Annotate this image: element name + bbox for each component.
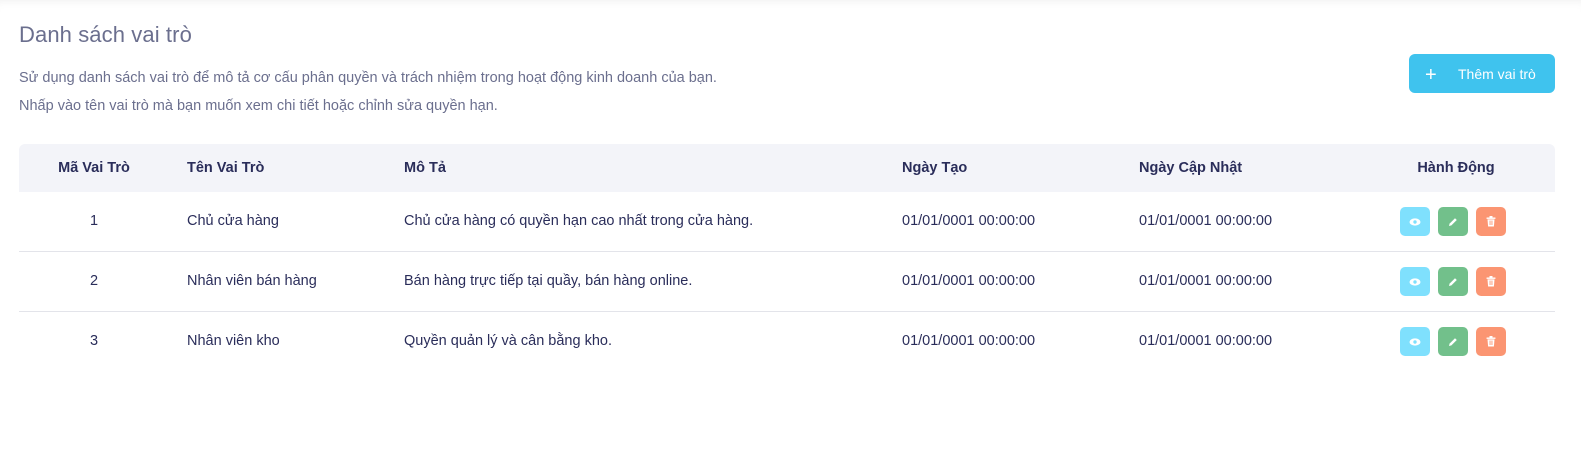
page-title: Danh sách vai trò — [19, 22, 192, 47]
pencil-icon — [1449, 337, 1457, 346]
add-role-button-label: Thêm vai trò — [1458, 65, 1536, 82]
column-header-actions: Hành Động — [1417, 160, 1495, 176]
delete-button[interactable] — [1476, 267, 1506, 296]
role-list-page: Danh sách vai trò Sử dụng danh sách vai … — [0, 0, 1581, 452]
trash-icon — [1486, 276, 1496, 287]
cell-created-date: 01/01/0001 00:00:00 — [902, 333, 1036, 349]
edit-button[interactable] — [1438, 327, 1468, 356]
cell-role-id: 1 — [89, 213, 99, 229]
delete-button[interactable] — [1476, 207, 1506, 236]
table-row: 1 Chủ cửa hàng Chủ cửa hàng có quyền hạn… — [19, 192, 1555, 252]
trash-icon — [1486, 216, 1496, 227]
cell-created-date: 01/01/0001 00:00:00 — [902, 213, 1036, 229]
trash-icon — [1486, 336, 1496, 347]
row-actions — [1400, 267, 1506, 296]
view-button[interactable] — [1400, 207, 1430, 236]
edit-button[interactable] — [1438, 267, 1468, 296]
table-row: 2 Nhân viên bán hàng Bán hàng trực tiếp … — [19, 252, 1555, 312]
delete-button[interactable] — [1476, 327, 1506, 356]
cell-role-description: Chủ cửa hàng có quyền hạn cao nhất trong… — [404, 213, 754, 229]
pencil-icon — [1449, 217, 1457, 226]
table-row: 3 Nhân viên kho Quyền quản lý và cân bằn… — [19, 312, 1555, 371]
row-actions — [1400, 207, 1506, 236]
column-header-description: Mô Tả — [404, 160, 446, 176]
eye-icon — [1409, 337, 1421, 346]
add-role-button[interactable]: + Thêm vai trò — [1409, 54, 1555, 93]
cell-created-date: 01/01/0001 00:00:00 — [902, 273, 1036, 289]
view-button[interactable] — [1400, 327, 1430, 356]
row-actions — [1400, 327, 1506, 356]
cell-role-name[interactable]: Nhân viên bán hàng — [187, 252, 317, 311]
view-button[interactable] — [1400, 267, 1430, 296]
edit-button[interactable] — [1438, 207, 1468, 236]
cell-role-name[interactable]: Nhân viên kho — [187, 312, 280, 371]
eye-icon — [1409, 217, 1421, 226]
cell-updated-date: 01/01/0001 00:00:00 — [1139, 273, 1273, 289]
page-description-line-1: Sử dụng danh sách vai trò để mô tả cơ cấ… — [19, 70, 717, 86]
column-header-updated: Ngày Cập Nhật — [1139, 160, 1243, 176]
pencil-icon — [1449, 277, 1457, 286]
cell-role-description: Quyền quản lý và cân bằng kho. — [404, 333, 612, 349]
cell-updated-date: 01/01/0001 00:00:00 — [1139, 213, 1273, 229]
roles-table: Mã Vai Trò Tên Vai Trò Mô Tả Ngày Tạo Ng… — [19, 144, 1555, 371]
cell-role-name[interactable]: Chủ cửa hàng — [187, 192, 279, 251]
cell-role-id: 3 — [89, 333, 99, 349]
column-header-created: Ngày Tạo — [902, 160, 968, 176]
cell-role-description: Bán hàng trực tiếp tại quầy, bán hàng on… — [404, 273, 693, 289]
cell-updated-date: 01/01/0001 00:00:00 — [1139, 333, 1273, 349]
column-header-name: Tên Vai Trò — [187, 160, 265, 176]
column-header-id: Mã Vai Trò — [58, 160, 130, 176]
page-description-line-2: Nhấp vào tên vai trò mà bạn muốn xem chi… — [19, 98, 498, 114]
plus-icon: + — [1425, 63, 1437, 86]
cell-role-id: 2 — [89, 273, 99, 289]
eye-icon — [1409, 277, 1421, 286]
table-header: Mã Vai Trò Tên Vai Trò Mô Tả Ngày Tạo Ng… — [19, 144, 1555, 192]
